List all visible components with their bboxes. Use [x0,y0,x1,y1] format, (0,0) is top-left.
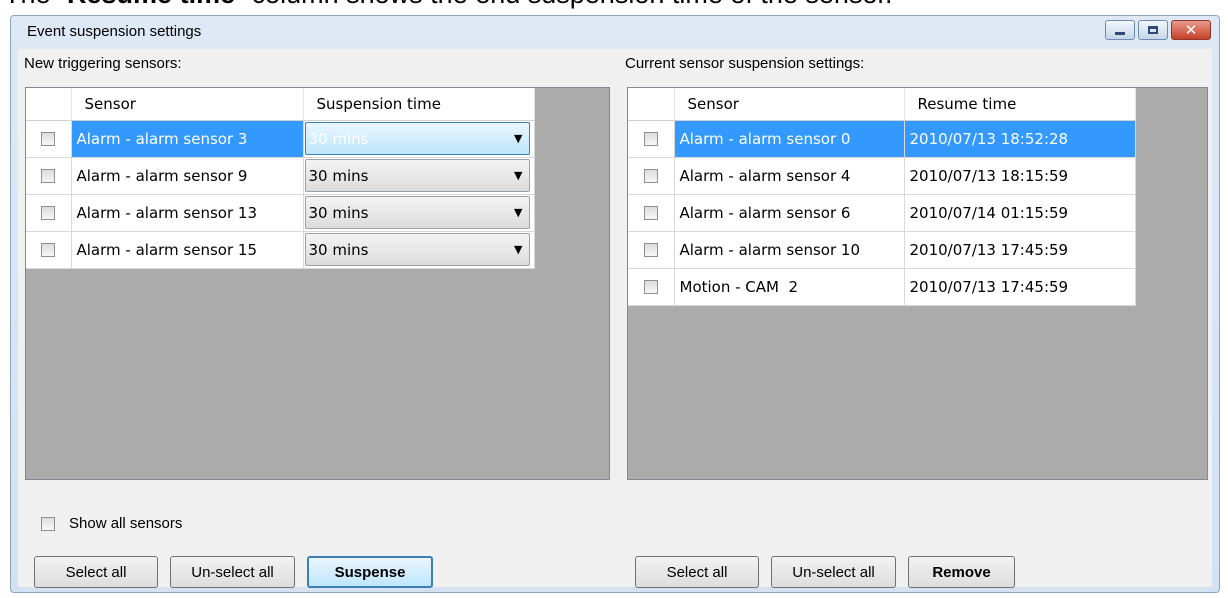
row-checkbox[interactable] [41,169,56,183]
table-row[interactable]: Alarm - alarm sensor 9 30 mins ▼ [26,157,535,195]
suspension-time-dropdown[interactable]: 30 mins ▼ [304,159,530,192]
row-checkbox[interactable] [41,132,56,146]
suspension-time-dropdown[interactable]: 30 mins ▼ [304,196,530,229]
suspense-button[interactable]: Suspense [307,556,433,588]
event-suspension-window: Event suspension settings ✕ New triggeri… [10,15,1220,593]
sensor-cell[interactable]: Alarm - alarm sensor 10 [674,231,905,269]
minimize-icon [1115,31,1125,35]
table-row[interactable]: Alarm - alarm sensor 0 2010/07/13 18:52:… [628,120,1136,158]
chevron-down-icon: ▼ [514,169,523,182]
suspension-time-cell: 30 mins ▼ [303,120,535,158]
suspension-time-dropdown[interactable]: 30 mins ▼ [304,233,530,266]
suspension-time-cell: 30 mins ▼ [303,157,535,195]
close-icon: ✕ [1184,20,1198,39]
new-sensors-grid: Sensor Suspension time Alarm - alarm sen… [25,87,610,480]
suspension-time-dropdown[interactable]: 30 mins ▼ [304,122,530,155]
row-checkbox-cell [628,120,675,158]
sensor-cell[interactable]: Alarm - alarm sensor 6 [674,194,905,232]
header-sensor[interactable]: Sensor [674,88,905,121]
maximize-icon [1148,26,1158,34]
dropdown-value: 30 mins [308,166,369,185]
maximize-button[interactable] [1138,20,1168,40]
row-checkbox-cell [26,231,72,269]
remove-button[interactable]: Remove [908,556,1015,588]
minimize-button[interactable] [1105,20,1135,40]
resume-time-cell[interactable]: 2010/07/13 18:52:28 [904,120,1136,158]
table-row[interactable]: Alarm - alarm sensor 13 30 mins ▼ [26,194,535,232]
dropdown-value: 30 mins [308,203,369,222]
dropdown-value: 30 mins [308,240,369,259]
header-select [26,88,72,121]
table-header: Sensor Suspension time [26,88,535,121]
dropdown-value: 30 mins [308,129,369,148]
chevron-down-icon: ▼ [514,206,523,219]
table-row[interactable]: Alarm - alarm sensor 15 30 mins ▼ [26,231,535,269]
chevron-down-icon: ▼ [514,132,523,145]
header-suspension-time[interactable]: Suspension time [303,88,535,121]
row-checkbox-cell [26,120,72,158]
header-resume-time[interactable]: Resume time [904,88,1136,121]
header-sensor[interactable]: Sensor [71,88,304,121]
show-all-sensors-checkbox[interactable] [41,516,55,531]
header-select [628,88,675,121]
row-checkbox-cell [26,157,72,195]
left-unselect-all-button[interactable]: Un-select all [170,556,295,588]
right-unselect-all-button[interactable]: Un-select all [771,556,896,588]
row-checkbox-cell [628,157,675,195]
suspension-time-cell: 30 mins ▼ [303,231,535,269]
row-checkbox-cell [628,268,675,306]
current-settings-table: Sensor Resume time Alarm - alarm sensor … [628,88,1136,306]
sensor-cell[interactable]: Alarm - alarm sensor 3 [71,120,304,158]
suspension-time-cell: 30 mins ▼ [303,194,535,232]
show-all-sensors-option[interactable]: Show all sensors [41,515,182,532]
row-checkbox-cell [26,194,72,232]
row-checkbox-cell [628,194,675,232]
sensor-cell[interactable]: Alarm - alarm sensor 13 [71,194,304,232]
table-row[interactable]: Alarm - alarm sensor 6 2010/07/14 01:15:… [628,194,1136,232]
table-row[interactable]: Alarm - alarm sensor 4 2010/07/13 18:15:… [628,157,1136,195]
sensor-cell[interactable]: Motion - CAM 2 [674,268,905,306]
chevron-down-icon: ▼ [514,243,523,256]
row-checkbox[interactable] [643,169,658,183]
window-title: Event suspension settings [27,23,202,40]
close-button[interactable]: ✕ [1171,20,1211,40]
row-checkbox[interactable] [643,243,658,257]
resume-time-cell[interactable]: 2010/07/13 17:45:59 [904,231,1136,269]
table-row[interactable]: Alarm - alarm sensor 3 30 mins ▼ [26,120,535,158]
dialog-body: New triggering sensors: Current sensor s… [18,49,1212,588]
sensor-cell[interactable]: Alarm - alarm sensor 15 [71,231,304,269]
row-checkbox[interactable] [41,206,56,220]
window-controls: ✕ [1105,20,1211,40]
row-checkbox-cell [628,231,675,269]
new-sensors-table: Sensor Suspension time Alarm - alarm sen… [26,88,535,269]
table-row[interactable]: Motion - CAM 2 2010/07/13 17:45:59 [628,268,1136,306]
caption-text: The “Resume time” column shows the end s… [0,0,1228,14]
row-checkbox[interactable] [41,243,56,257]
row-checkbox[interactable] [643,280,658,294]
resume-time-cell[interactable]: 2010/07/13 18:15:59 [904,157,1136,195]
sensor-cell[interactable]: Alarm - alarm sensor 9 [71,157,304,195]
current-settings-grid: Sensor Resume time Alarm - alarm sensor … [627,87,1208,480]
table-row[interactable]: Alarm - alarm sensor 10 2010/07/13 17:45… [628,231,1136,269]
left-select-all-button[interactable]: Select all [34,556,158,588]
resume-time-cell[interactable]: 2010/07/13 17:45:59 [904,268,1136,306]
row-checkbox[interactable] [643,132,658,146]
sensor-cell[interactable]: Alarm - alarm sensor 0 [674,120,905,158]
sensor-cell[interactable]: Alarm - alarm sensor 4 [674,157,905,195]
new-sensors-heading: New triggering sensors: [24,55,182,72]
resume-time-cell[interactable]: 2010/07/14 01:15:59 [904,194,1136,232]
right-select-all-button[interactable]: Select all [635,556,759,588]
row-checkbox[interactable] [643,206,658,220]
show-all-sensors-label: Show all sensors [69,515,183,532]
current-settings-heading: Current sensor suspension settings: [625,55,865,72]
table-header: Sensor Resume time [628,88,1136,121]
